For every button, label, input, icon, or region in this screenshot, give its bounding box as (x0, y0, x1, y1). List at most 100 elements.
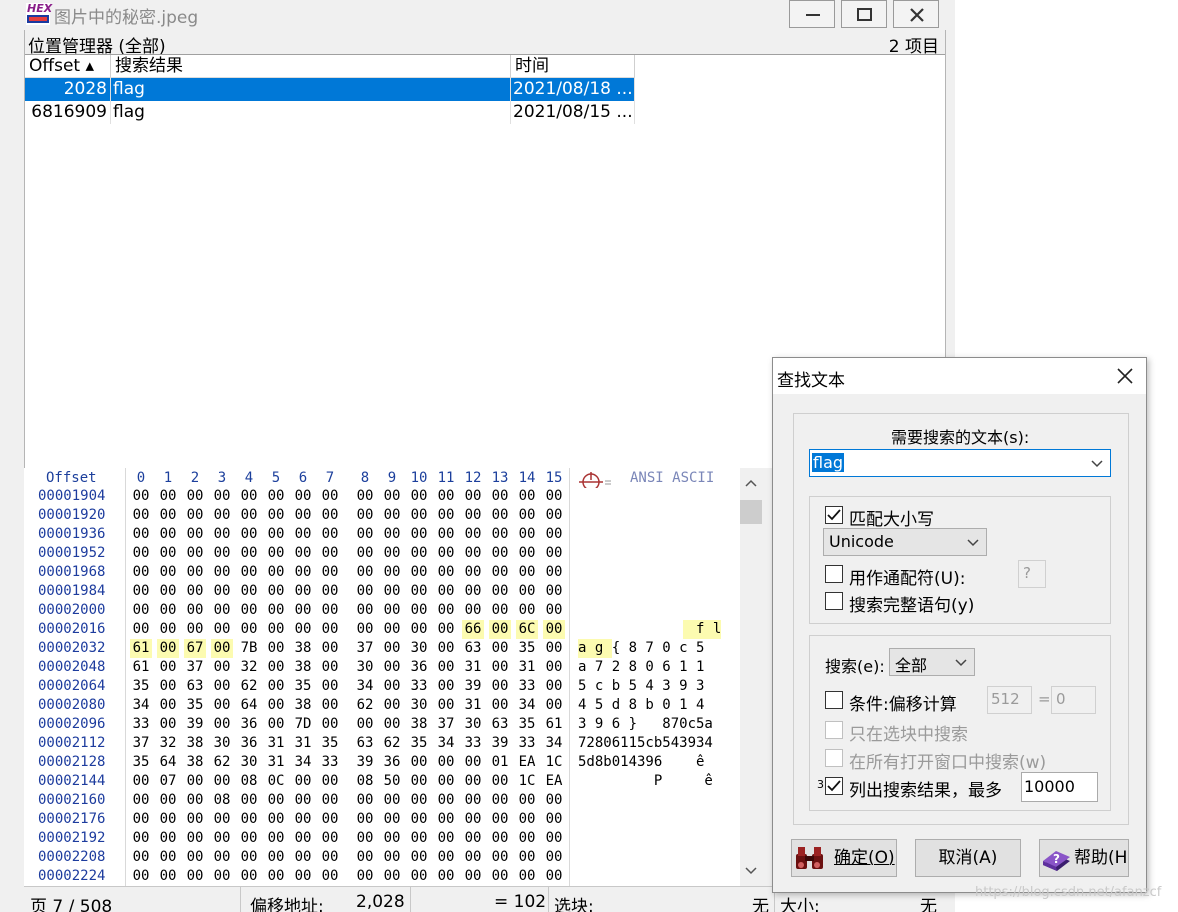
hex-byte[interactable]: 00 (211, 658, 233, 677)
hex-byte[interactable]: 30 (238, 753, 260, 772)
hex-byte[interactable]: 00 (319, 867, 341, 886)
hex-byte[interactable]: 30 (354, 658, 376, 677)
crosshair-icon[interactable] (577, 470, 617, 488)
hex-byte[interactable]: 00 (462, 582, 484, 601)
hex-byte[interactable]: 34 (354, 677, 376, 696)
hex-byte[interactable]: 31 (292, 734, 314, 753)
hex-byte[interactable]: 00 (381, 677, 403, 696)
hex-byte[interactable]: 00 (543, 810, 565, 829)
all-windows-checkbox[interactable] (825, 749, 843, 767)
hex-byte[interactable]: 00 (265, 848, 287, 867)
hex-byte[interactable]: 00 (211, 525, 233, 544)
table-row[interactable]: 6816909 flag 2021/08/15 ... (25, 101, 635, 124)
hex-byte[interactable]: 00 (354, 620, 376, 639)
hex-byte[interactable]: 00 (157, 506, 179, 525)
condition-checkbox[interactable] (825, 691, 843, 709)
hex-byte[interactable]: 00 (238, 620, 260, 639)
hex-byte[interactable]: 63 (354, 734, 376, 753)
hex-byte[interactable]: 00 (319, 829, 341, 848)
hex-byte[interactable]: 00 (516, 563, 538, 582)
hex-byte[interactable]: 00 (408, 772, 430, 791)
hex-byte[interactable]: 00 (381, 582, 403, 601)
hex-byte[interactable]: 00 (319, 848, 341, 867)
hex-byte[interactable]: 00 (489, 810, 511, 829)
list-results-checkbox[interactable] (825, 777, 843, 795)
hex-byte[interactable]: 00 (292, 791, 314, 810)
hex-byte[interactable]: 00 (157, 677, 179, 696)
hex-byte[interactable]: 00 (211, 677, 233, 696)
hex-byte[interactable]: 37 (435, 715, 457, 734)
hex-byte[interactable]: 00 (184, 848, 206, 867)
hex-editor[interactable]: Offset 0 1 2 3 4 5 6 7 8 9 10 11 12 13 14 15 ANSI ASCII… (24, 468, 771, 886)
hex-byte[interactable]: 00 (516, 506, 538, 525)
hex-byte[interactable]: 00 (543, 620, 565, 639)
hex-byte[interactable]: 00 (408, 620, 430, 639)
hex-byte[interactable]: 00 (184, 582, 206, 601)
hex-byte[interactable]: 1C (543, 753, 565, 772)
hex-byte[interactable]: 07 (157, 772, 179, 791)
hex-byte[interactable]: 00 (489, 772, 511, 791)
hex-byte[interactable]: 00 (238, 506, 260, 525)
hex-byte[interactable]: 00 (157, 544, 179, 563)
hex-byte[interactable]: 00 (354, 791, 376, 810)
hex-byte[interactable]: 00 (292, 848, 314, 867)
hex-byte[interactable]: 35 (292, 677, 314, 696)
hex-byte[interactable]: 00 (130, 525, 152, 544)
hex-byte[interactable]: 00 (265, 810, 287, 829)
hex-byte[interactable]: 00 (238, 563, 260, 582)
hex-row[interactable]: 00002080 34 00 35 00 64 00 38 00 62 00 30 00 31 00 34 00… (24, 696, 740, 715)
hex-byte[interactable]: 00 (381, 563, 403, 582)
hex-byte[interactable]: 00 (516, 829, 538, 848)
hex-byte[interactable]: 00 (157, 487, 179, 506)
hex-byte[interactable]: 00 (435, 848, 457, 867)
table-row[interactable]: 2028 flag 2021/08/18 ... (25, 78, 635, 101)
hex-byte[interactable]: 00 (489, 696, 511, 715)
hex-byte[interactable]: 00 (265, 677, 287, 696)
hex-byte[interactable]: 34 (516, 696, 538, 715)
hex-byte[interactable]: 00 (543, 563, 565, 582)
hex-row[interactable]: 00002192 00 00 00 00 00 00 00 00 00 00 00 00 00 00 00 00 (24, 829, 740, 848)
hex-byte[interactable]: 00 (184, 506, 206, 525)
hex-byte[interactable]: 00 (184, 487, 206, 506)
hex-byte[interactable]: 00 (319, 810, 341, 829)
hex-byte[interactable]: 00 (184, 620, 206, 639)
hex-byte[interactable]: 00 (292, 829, 314, 848)
hex-byte[interactable]: 00 (319, 601, 341, 620)
hex-byte[interactable]: 00 (319, 525, 341, 544)
hex-byte[interactable]: 00 (184, 810, 206, 829)
hex-byte[interactable]: 00 (184, 772, 206, 791)
hex-byte[interactable]: 00 (211, 601, 233, 620)
hex-byte[interactable]: 00 (319, 563, 341, 582)
hex-byte[interactable]: 00 (319, 658, 341, 677)
encoding-select[interactable]: Unicode (823, 528, 987, 556)
hex-byte[interactable]: 00 (381, 544, 403, 563)
hex-byte[interactable]: 00 (319, 791, 341, 810)
scroll-down-icon[interactable] (744, 866, 758, 876)
hex-row[interactable]: 00002096 33 00 39 00 36 00 7D 00 00 00 38 37 30 63 35 61… (24, 715, 740, 734)
hex-byte[interactable]: 00 (435, 525, 457, 544)
hex-byte[interactable]: 00 (435, 867, 457, 886)
hex-byte[interactable]: 64 (157, 753, 179, 772)
hex-byte[interactable]: 00 (543, 829, 565, 848)
hex-row[interactable]: 00001920 00 00 00 00 00 00 00 00 00 00 00 00 00 00 00 00 (24, 506, 740, 525)
ok-button[interactable]: 确定(O) (791, 839, 897, 877)
hex-byte[interactable]: 00 (130, 506, 152, 525)
hex-byte[interactable]: 00 (157, 525, 179, 544)
hex-byte[interactable]: 36 (238, 715, 260, 734)
hex-byte[interactable]: 00 (130, 563, 152, 582)
hex-byte[interactable]: 00 (435, 582, 457, 601)
hex-byte[interactable]: 00 (354, 867, 376, 886)
hex-byte[interactable]: 00 (211, 563, 233, 582)
hex-byte[interactable]: 31 (462, 658, 484, 677)
hex-byte[interactable]: 00 (435, 639, 457, 658)
hex-byte[interactable]: 00 (381, 639, 403, 658)
hex-byte[interactable]: 36 (408, 658, 430, 677)
hex-byte[interactable]: 31 (265, 753, 287, 772)
help-button[interactable]: ? 帮助(H (1039, 839, 1129, 877)
search-text-combobox[interactable]: flag (809, 449, 1111, 477)
whole-word-checkbox[interactable] (825, 592, 843, 610)
hex-byte[interactable]: 00 (381, 525, 403, 544)
ansi-ascii-header[interactable]: ANSI ASCII (630, 470, 714, 486)
hex-row[interactable]: 00002112 37 32 38 30 36 31 31 35 63 62 35 34 33 39 33 34… (24, 734, 740, 753)
hex-byte[interactable]: 00 (157, 810, 179, 829)
